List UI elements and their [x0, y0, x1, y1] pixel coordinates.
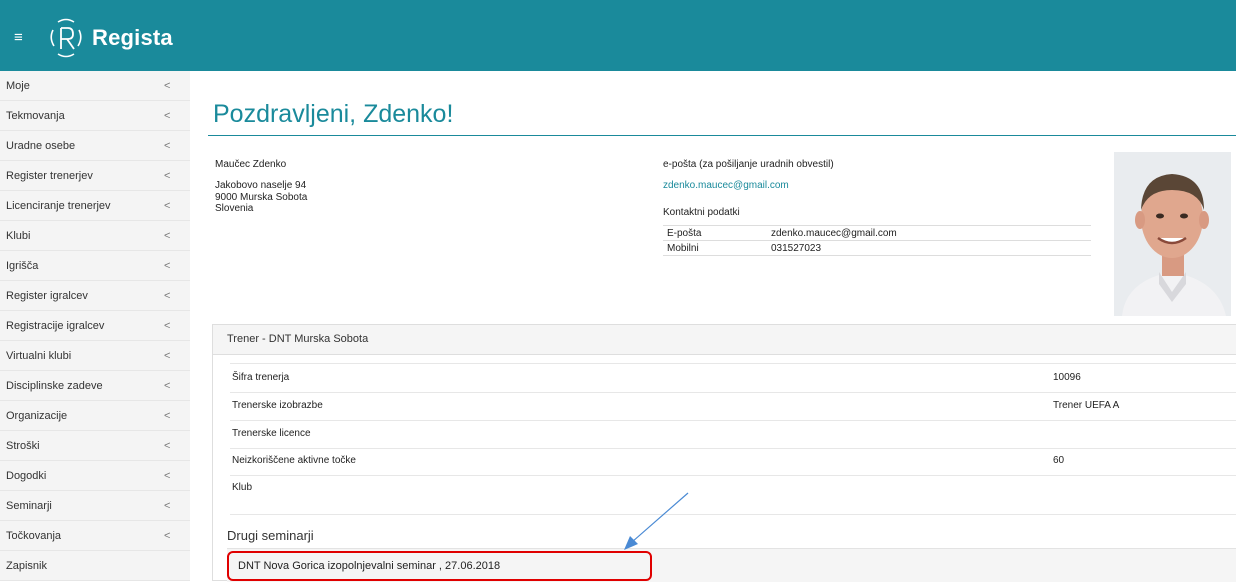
- chevron-left-icon: <: [164, 500, 171, 512]
- page-title: Pozdravljeni, Zdenko!: [213, 100, 454, 128]
- table-row: Trenerske izobrazbe Trener UEFA A: [230, 392, 1236, 421]
- person-name: Maučec Zdenko: [215, 159, 287, 170]
- contact-value: 031527023: [767, 240, 1091, 256]
- sidebar-item-seminarji[interactable]: Seminarji <: [0, 491, 190, 521]
- annotation-arrow-icon: [624, 492, 689, 550]
- table-row: Neizkoriščene aktivne točke 60: [230, 447, 1236, 476]
- sidebar-item-moje[interactable]: Moje <: [0, 71, 190, 101]
- row-label: Šifra trenerja: [232, 372, 290, 383]
- email-label: e-pošta (za pošiljanje uradnih obvestil): [663, 159, 834, 170]
- sidebar-item-label: Seminarji: [6, 500, 52, 512]
- sidebar-item-label: Moje: [6, 80, 30, 92]
- contacts-table: E-pošta zdenko.maucec@gmail.com Mobilni …: [663, 225, 1091, 256]
- sidebar-item-licenciranje-trenerjev[interactable]: Licenciranje trenerjev <: [0, 191, 190, 221]
- sidebar-item-tockovanja[interactable]: Točkovanja <: [0, 521, 190, 551]
- chevron-left-icon: <: [164, 290, 171, 302]
- contact-key: Mobilni: [663, 240, 767, 256]
- panel-title: Trener - DNT Murska Sobota: [213, 325, 1236, 355]
- seminars-title: Drugi seminarji: [227, 528, 314, 543]
- app-logo[interactable]: Regista: [44, 16, 173, 60]
- table-row: E-pošta zdenko.maucec@gmail.com: [663, 225, 1091, 241]
- chevron-left-icon: <: [164, 230, 171, 242]
- regista-logo-icon: [50, 18, 82, 58]
- sidebar-item-label: Stroški: [6, 440, 40, 452]
- sidebar-item-register-igralcev[interactable]: Register igralcev <: [0, 281, 190, 311]
- chevron-left-icon: <: [164, 410, 171, 422]
- chevron-left-icon: <: [164, 80, 171, 92]
- chevron-left-icon: <: [164, 350, 171, 362]
- sidebar-item-label: Točkovanja: [6, 530, 62, 542]
- seminar-item-highlight[interactable]: DNT Nova Gorica izopolnjevalni seminar ,…: [227, 551, 652, 581]
- row-label: Trenerske licence: [232, 428, 311, 439]
- coach-panel: Trener - DNT Murska Sobota Šifra trenerj…: [212, 324, 1236, 582]
- table-row: Trenerske licence: [230, 420, 1236, 449]
- sidebar-item-label: Disciplinske zadeve: [6, 380, 103, 392]
- sidebar-item-uradne-osebe[interactable]: Uradne osebe <: [0, 131, 190, 161]
- sidebar-item-label: Igrišča: [6, 260, 39, 272]
- chevron-left-icon: <: [164, 320, 171, 332]
- table-row: Klub: [230, 474, 1236, 515]
- contact-key: E-pošta: [663, 225, 767, 241]
- sidebar-item-stroski[interactable]: Stroški <: [0, 431, 190, 461]
- sidebar-item-label: Register igralcev: [6, 290, 88, 302]
- table-row: Mobilni 031527023: [663, 240, 1091, 256]
- sidebar-item-igrisca[interactable]: Igrišča <: [0, 251, 190, 281]
- app-name: Regista: [92, 25, 173, 50]
- row-value: 60: [1053, 455, 1065, 466]
- sidebar-item-klubi[interactable]: Klubi <: [0, 221, 190, 251]
- seminar-row[interactable]: DNT Nova Gorica izopolnjevalni seminar ,…: [227, 548, 1236, 582]
- row-label: Klub: [232, 482, 253, 493]
- sidebar-item-label: Registracije igralcev: [6, 320, 105, 332]
- chevron-left-icon: <: [164, 140, 171, 152]
- sidebar-item-register-trenerjev[interactable]: Register trenerjev <: [0, 161, 190, 191]
- sidebar-item-label: Tekmovanja: [6, 110, 65, 122]
- sidebar-item-registracije-igralcev[interactable]: Registracije igralcev <: [0, 311, 190, 341]
- sidebar-item-label: Uradne osebe: [6, 140, 76, 152]
- sidebar-item-label: Klubi: [6, 230, 31, 242]
- address-street: Jakobovo naselje 94: [215, 180, 307, 191]
- row-value: Trener UEFA A: [1053, 400, 1120, 411]
- contact-value: zdenko.maucec@gmail.com: [767, 225, 1091, 241]
- row-label: Neizkoriščene aktivne točke: [232, 455, 356, 466]
- sidebar-item-label: Zapisnik: [6, 560, 47, 572]
- contacts-title: Kontaktni podatki: [663, 207, 740, 218]
- chevron-left-icon: <: [164, 530, 171, 542]
- sidebar-item-label: Licenciranje trenerjev: [6, 200, 111, 212]
- chevron-left-icon: <: [164, 260, 171, 272]
- sidebar-item-label: Dogodki: [6, 470, 47, 482]
- chevron-left-icon: <: [164, 110, 171, 122]
- sidebar-item-label: Register trenerjev: [6, 170, 93, 182]
- sidebar-item-label: Virtualni klubi: [6, 350, 72, 362]
- sidebar-item-disciplinske-zadeve[interactable]: Disciplinske zadeve <: [0, 371, 190, 401]
- chevron-left-icon: <: [164, 170, 171, 182]
- sidebar-item-virtualni-klubi[interactable]: Virtualni klubi <: [0, 341, 190, 371]
- sidebar-item-zapisnik[interactable]: Zapisnik: [0, 551, 190, 581]
- menu-icon[interactable]: ≡: [14, 30, 23, 45]
- email-link[interactable]: zdenko.maucec@gmail.com: [663, 180, 789, 191]
- top-bar: ≡ Regista: [0, 0, 1236, 71]
- sidebar-item-tekmovanja[interactable]: Tekmovanja <: [0, 101, 190, 131]
- chevron-left-icon: <: [164, 380, 171, 392]
- address-country: Slovenia: [215, 203, 254, 214]
- address-city: 9000 Murska Sobota: [215, 192, 308, 203]
- profile-photo: [1114, 152, 1231, 316]
- sidebar-item-dogodki[interactable]: Dogodki <: [0, 461, 190, 491]
- title-divider: [208, 135, 1236, 136]
- chevron-left-icon: <: [164, 470, 171, 482]
- chevron-left-icon: <: [164, 440, 171, 452]
- sidebar: Moje < Tekmovanja < Uradne osebe < Register…: [0, 71, 190, 581]
- row-label: Trenerske izobrazbe: [232, 400, 323, 411]
- row-value: 10096: [1053, 372, 1081, 383]
- chevron-left-icon: <: [164, 200, 171, 212]
- table-row: Šifra trenerja 10096: [230, 363, 1236, 393]
- sidebar-item-organizacije[interactable]: Organizacije <: [0, 401, 190, 431]
- sidebar-item-label: Organizacije: [6, 410, 68, 422]
